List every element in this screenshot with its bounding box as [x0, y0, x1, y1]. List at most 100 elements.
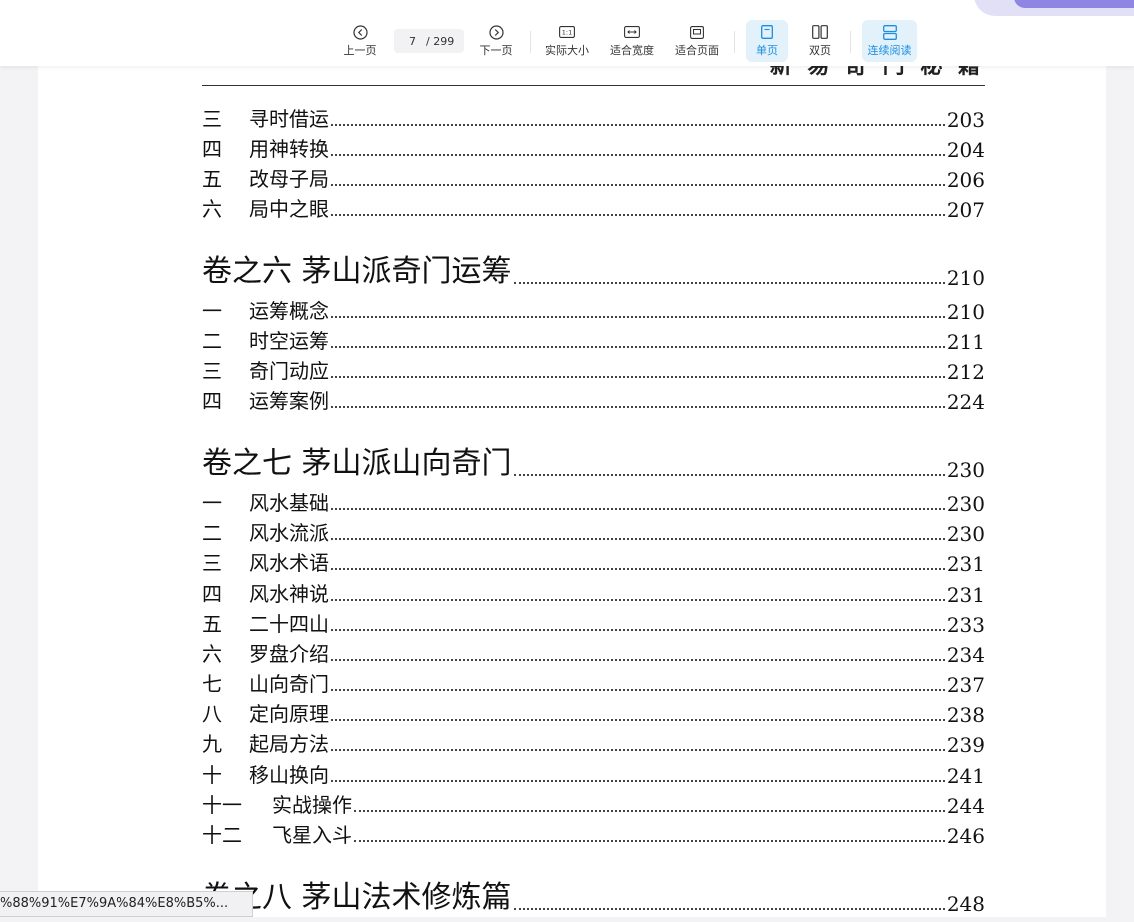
continuous-reading-button[interactable]: 连续阅读 [862, 20, 917, 62]
toc-entry-title: 风水神说 [249, 582, 329, 606]
toc-entry: 四 用神转换 204 [202, 132, 985, 162]
toc-entry-number: 四 [202, 582, 222, 606]
page-number-input[interactable]: 7 / 299 [394, 29, 464, 53]
current-page-number[interactable]: 7 [409, 35, 416, 48]
toc-entry: 四 运筹案例 224 [202, 384, 985, 414]
toc-chapter: 卷之八 茅山法术修炼篇 248 [202, 876, 985, 916]
toc-entry: 六 罗盘介绍 234 [202, 637, 985, 667]
toc-entry-number: 九 [202, 732, 222, 756]
toc-entry-number: 四 [202, 137, 222, 161]
toc-entry-title: 起局方法 [249, 732, 329, 756]
toc-chapter-page: 248 [946, 892, 985, 916]
dot-leader [331, 538, 945, 540]
single-page-label: 单页 [756, 44, 778, 57]
toc-entry-number: 十 [202, 763, 222, 787]
toc-entry-title: 飞星入斗 [272, 823, 352, 847]
actual-size-button[interactable]: 1:1 实际大小 [542, 24, 592, 62]
dot-leader [331, 689, 945, 691]
bottom-strip [0, 917, 1134, 922]
toc-chapter-page: 210 [946, 266, 985, 290]
dot-leader [331, 659, 945, 661]
toc-entry-number: 三 [202, 107, 222, 131]
toc-entry: 八 定向原理 238 [202, 697, 985, 727]
double-page-button[interactable]: 双页 [800, 24, 840, 62]
toc-entry-page: 239 [946, 733, 985, 757]
toc-entry-title: 二十四山 [249, 612, 329, 636]
fit-width-label: 适合宽度 [610, 44, 654, 57]
chevron-right-circle-icon [488, 24, 504, 40]
viewer-toolbar: 上一页 7 / 299 下一页 1:1 实际大小 适合宽度 适合页面 单页 双页… [0, 0, 1134, 66]
toc-entry-number: 七 [202, 672, 222, 696]
prev-page-label: 上一页 [343, 44, 377, 57]
fit-width-button[interactable]: 适合宽度 [607, 24, 657, 62]
dot-leader [331, 346, 945, 348]
toc-entry-page: 211 [946, 330, 985, 354]
actual-size-label: 实际大小 [545, 44, 589, 57]
continuous-reading-label: 连续阅读 [867, 44, 912, 57]
toc-entry-number: 六 [202, 642, 222, 666]
toc-entry-title: 时空运筹 [249, 329, 329, 353]
toc-entry-page: 244 [946, 794, 985, 818]
toc-entry-page: 233 [946, 613, 985, 637]
dot-leader [513, 282, 945, 284]
toc-entry-page: 230 [946, 492, 985, 516]
toc-chapter-title: 卷之六 茅山派奇门运筹 [202, 254, 512, 289]
toc-entry-page: 241 [946, 764, 985, 788]
dot-leader [354, 840, 945, 842]
continuous-scroll-icon [882, 24, 897, 40]
toc-entry: 四 风水神说 231 [202, 577, 985, 607]
toc-entry: 一 风水基础 230 [202, 486, 985, 516]
dot-leader [331, 316, 945, 318]
toc-entry: 九 起局方法 239 [202, 727, 985, 757]
toc-entry: 五 二十四山 233 [202, 607, 985, 637]
total-pages: / 299 [426, 35, 455, 48]
dot-leader [331, 599, 945, 601]
toc-entry-page: 204 [946, 138, 985, 162]
toc-entry-page: 210 [946, 300, 985, 324]
toc-entry: 五 改母子局 206 [202, 162, 985, 192]
dot-leader [331, 406, 945, 408]
dot-leader [331, 508, 945, 510]
dot-leader [331, 749, 945, 751]
toc-entry: 二 时空运筹 211 [202, 324, 985, 354]
dot-leader [331, 124, 945, 126]
dot-leader [331, 376, 945, 378]
toc-entry-page: 212 [946, 360, 985, 384]
toc-entry-page: 246 [946, 824, 985, 848]
next-page-button[interactable]: 下一页 [476, 24, 516, 62]
single-page-icon [761, 24, 773, 40]
prev-page-button[interactable]: 上一页 [340, 24, 380, 62]
toolbar-divider [734, 31, 735, 53]
toc-entry-page: 238 [946, 703, 985, 727]
top-right-banner[interactable] [974, 0, 1134, 16]
actual-size-icon: 1:1 [559, 24, 575, 40]
dot-leader [354, 810, 945, 812]
toolbar-divider [850, 31, 851, 53]
toc-entry-title: 运筹概念 [249, 299, 329, 323]
pdf-viewport[interactable]: 新 易 奇 门 秘 籍 三 寻时借运 203 四 用神转换 204 五 改母子局… [0, 0, 1134, 922]
dot-leader [331, 780, 945, 782]
toc-entry-title: 罗盘介绍 [249, 642, 329, 666]
toc-entry-page: 206 [946, 168, 985, 192]
fit-page-icon [690, 24, 704, 40]
dot-leader [331, 184, 945, 186]
toc-entry-number: 十一 [202, 793, 242, 817]
toc-entry-page: 234 [946, 643, 985, 667]
toc-entry-number: 六 [202, 197, 222, 221]
toc-entry-title: 用神转换 [249, 137, 329, 161]
single-page-button[interactable]: 单页 [746, 20, 788, 62]
toc-entry-number: 三 [202, 551, 222, 575]
toc-entry-number: 十二 [202, 823, 242, 847]
pdf-page: 新 易 奇 门 秘 籍 三 寻时借运 203 四 用神转换 204 五 改母子局… [38, 0, 1106, 922]
header-rule [202, 85, 985, 86]
toc-chapter: 卷之七 茅山派山向奇门 230 [202, 442, 985, 482]
toc-entry: 三 奇门动应 212 [202, 354, 985, 384]
toc-entry-number: 一 [202, 491, 222, 515]
toc-entry-page: 224 [946, 390, 985, 414]
dot-leader [331, 154, 945, 156]
fit-page-button[interactable]: 适合页面 [672, 24, 722, 62]
toc-entry-title: 风水术语 [249, 551, 329, 575]
toc-entry-title: 寻时借运 [249, 107, 329, 131]
toc-entry-number: 五 [202, 612, 222, 636]
toc-entry: 七 山向奇门 237 [202, 667, 985, 697]
